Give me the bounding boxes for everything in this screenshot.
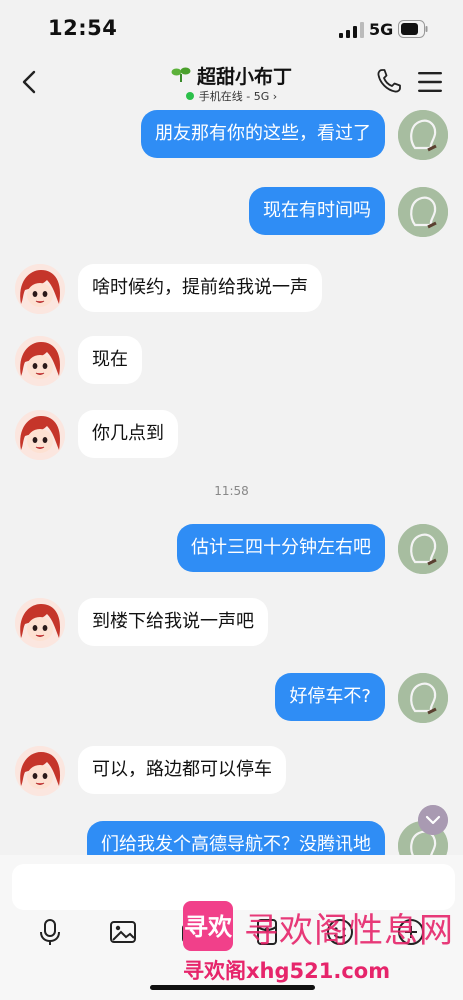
avatar[interactable] bbox=[15, 746, 65, 796]
message-bubble[interactable]: 朋友那有你的这些，看过了 bbox=[141, 110, 385, 158]
avatar[interactable] bbox=[15, 264, 65, 314]
avatar[interactable] bbox=[15, 598, 65, 648]
status-bar: 12:54 5G bbox=[0, 0, 463, 58]
avatar[interactable] bbox=[15, 336, 65, 386]
avatar[interactable] bbox=[398, 187, 448, 237]
watermark-url: 寻欢阁xhg521.com bbox=[183, 959, 391, 983]
message-bubble[interactable]: 你几点到 bbox=[78, 410, 178, 458]
online-dot-icon bbox=[185, 92, 194, 100]
message-bubble[interactable]: 好停车不? bbox=[275, 673, 385, 721]
avatar[interactable] bbox=[398, 673, 448, 723]
plus-icon[interactable] bbox=[396, 917, 426, 947]
message-bubble[interactable]: 估计三四十分钟左右吧 bbox=[177, 524, 385, 572]
phone-icon[interactable] bbox=[376, 68, 402, 94]
chat-messages[interactable]: 朋友那有你的这些，看过了 现在有时间吗 啥时候约，提前给我说一声 现在 你几点到… bbox=[0, 110, 463, 855]
red-packet-icon[interactable] bbox=[252, 917, 282, 947]
message-bubble[interactable]: 啥时候约，提前给我说一声 bbox=[78, 264, 322, 312]
emoji-icon[interactable] bbox=[325, 917, 355, 947]
avatar[interactable] bbox=[15, 410, 65, 460]
microphone-icon[interactable] bbox=[35, 917, 65, 947]
message-input[interactable] bbox=[12, 864, 455, 910]
chevron-right-icon: › bbox=[272, 90, 278, 103]
scroll-to-bottom-button[interactable] bbox=[418, 805, 448, 835]
message-bubble[interactable]: 现在有时间吗 bbox=[249, 187, 385, 235]
online-status-text: 手机在线 - 5G bbox=[198, 90, 270, 103]
status-time: 12:54 bbox=[48, 16, 118, 40]
message-bubble[interactable]: 可以，路边都可以停车 bbox=[78, 746, 286, 794]
image-icon[interactable] bbox=[108, 917, 138, 947]
menu-icon[interactable] bbox=[417, 70, 443, 94]
network-label: 5G bbox=[369, 20, 394, 39]
home-indicator[interactable] bbox=[150, 985, 315, 990]
chat-header: 超甜小布丁 手机在线 - 5G › bbox=[0, 58, 463, 110]
message-bubble[interactable]: 们给我发个高德导航不？没腾讯地 bbox=[87, 821, 385, 855]
message-timestamp: 11:58 bbox=[214, 484, 249, 498]
avatar[interactable] bbox=[398, 110, 448, 160]
input-panel: 寻欢 寻欢阁性息网 寻欢阁xhg521.com bbox=[0, 855, 463, 1000]
avatar[interactable] bbox=[398, 524, 448, 574]
message-bubble[interactable]: 现在 bbox=[78, 336, 142, 384]
contact-name: 超甜小布丁 bbox=[196, 66, 292, 88]
camera-icon[interactable] bbox=[180, 917, 210, 947]
battery-icon bbox=[398, 20, 428, 38]
signal-icon bbox=[339, 22, 364, 38]
sprout-icon bbox=[171, 67, 191, 82]
message-bubble[interactable]: 到楼下给我说一声吧 bbox=[78, 598, 268, 646]
